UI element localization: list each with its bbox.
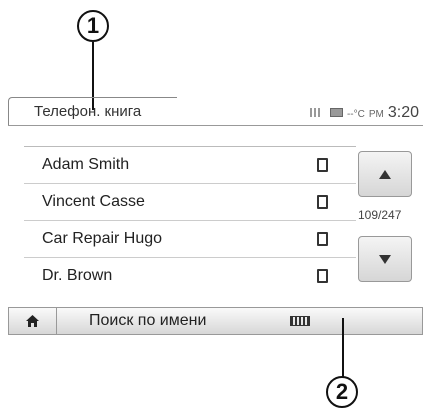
search-by-name-label: Поиск по имени: [89, 312, 207, 329]
callout-1-number: 1: [86, 13, 100, 38]
search-by-name-button[interactable]: Поиск по имени: [57, 308, 422, 334]
list-item[interactable]: Car Repair Hugo: [24, 220, 356, 257]
contact-list: Adam Smith Vincent Casse Car Repair Hugo…: [24, 146, 356, 294]
list-item[interactable]: Adam Smith: [24, 146, 356, 183]
contact-name: Car Repair Hugo: [42, 230, 163, 247]
keyboard-icon: [290, 316, 310, 326]
page-title: Телефон. книга: [34, 103, 142, 120]
arrow-down-icon: [379, 254, 391, 264]
battery-icon: [329, 108, 343, 117]
header-divider: [8, 125, 423, 126]
status-bar: --°C PM 3:20: [309, 104, 419, 122]
scroll-down-button[interactable]: [358, 236, 412, 282]
phone-icon: [317, 269, 328, 283]
callout-2-number: 2: [335, 379, 349, 404]
am-pm: PM: [368, 109, 384, 120]
bottom-bar: Поиск по имени: [8, 307, 423, 335]
callout-1: 1: [77, 10, 109, 42]
callout-2-line: [342, 318, 344, 378]
phonebook-screen: 1 Телефон. книга --°C PM 3:20 Adam Smith…: [0, 0, 423, 411]
list-item[interactable]: Vincent Casse: [24, 183, 356, 220]
contact-name: Adam Smith: [42, 156, 130, 173]
scroll-up-button[interactable]: [358, 151, 412, 197]
home-button[interactable]: [9, 308, 57, 334]
contact-name: Dr. Brown: [42, 267, 113, 284]
home-icon: [26, 315, 39, 327]
signal-icon: [309, 108, 326, 117]
temperature: --°C: [346, 109, 365, 120]
list-item[interactable]: Dr. Brown: [24, 257, 356, 294]
phone-icon: [317, 158, 328, 172]
contact-name: Vincent Casse: [42, 193, 145, 210]
phone-icon: [317, 195, 328, 209]
phone-icon: [317, 232, 328, 246]
page-counter: 109/247: [358, 208, 402, 222]
arrow-up-icon: [379, 169, 391, 179]
clock: 3:20: [387, 104, 419, 121]
callout-2: 2: [326, 376, 358, 408]
